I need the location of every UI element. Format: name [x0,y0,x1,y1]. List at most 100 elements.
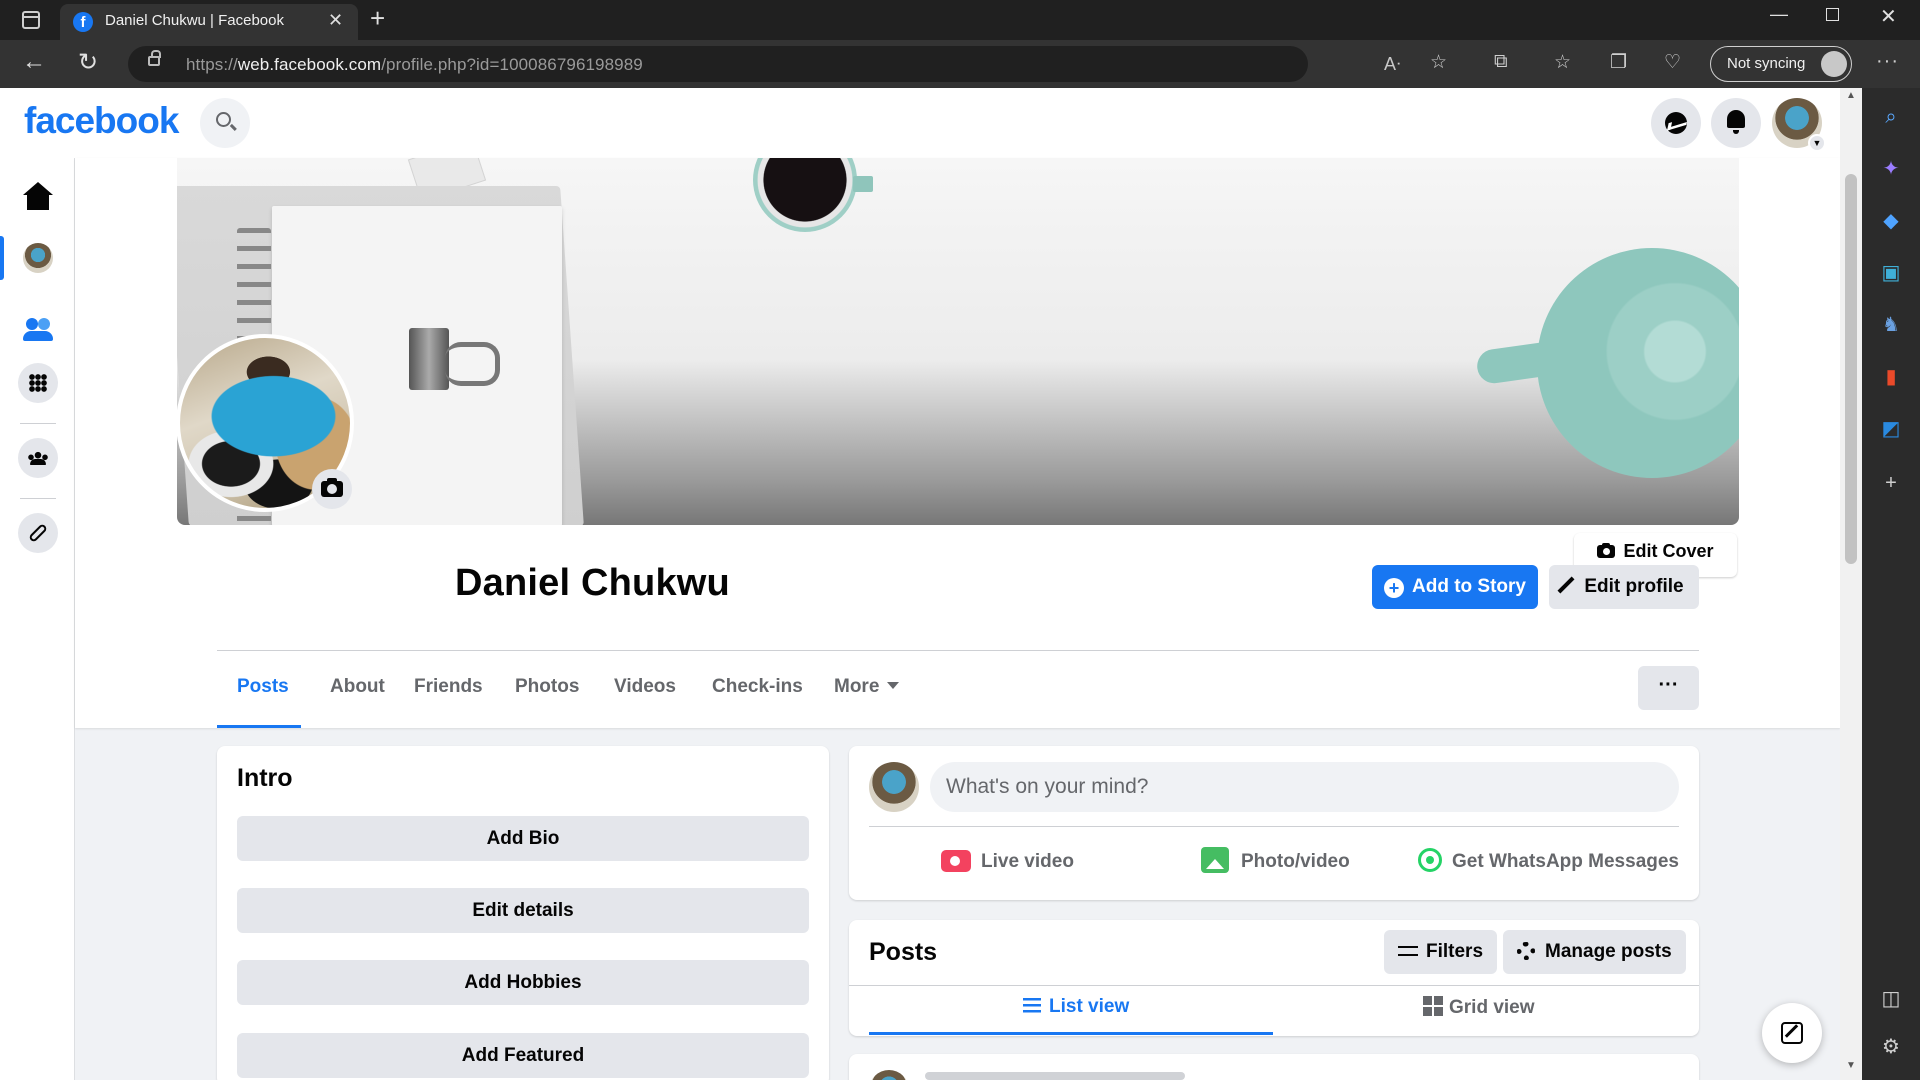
camera-icon [321,478,343,497]
page-scrollbar[interactable]: ▲ ▼ [1840,88,1862,1080]
sync-status-label: Not syncing [1727,55,1806,72]
camera-icon [1597,543,1616,558]
copilot-icon[interactable]: ✦ [1880,158,1902,180]
address-bar[interactable]: https://web.facebook.com/profile.php?id=… [128,46,1401,82]
cover-teapot [1537,248,1739,478]
add-bio-button[interactable]: Add Bio [237,816,809,861]
browser-profile-avatar-icon [1821,51,1847,77]
facebook-logo[interactable]: facebook [24,100,179,142]
gear-icon [1517,942,1535,960]
tools-icon[interactable]: ▣ [1880,262,1902,284]
window-close-icon[interactable]: ✕ [1880,4,1897,29]
notifications-button[interactable] [1711,98,1761,148]
menu-button[interactable] [18,363,58,403]
browser-essentials-icon[interactable]: ♡ [1664,51,1681,74]
post-header-placeholder [925,1072,1185,1080]
profile-shortcut-avatar[interactable] [23,243,53,273]
photo-video-button[interactable]: Photo/video [1201,842,1350,882]
settings-icon[interactable]: ⚙ [1880,1036,1902,1058]
scroll-down-arrow-icon[interactable]: ▼ [1846,1060,1856,1071]
office-icon[interactable]: ▮ [1880,366,1902,388]
filters-button[interactable]: Filters [1384,930,1498,974]
grid-menu-icon [29,374,47,392]
link-icon [28,523,48,543]
add-favorite-icon[interactable]: ☆ [1430,51,1447,74]
messenger-button[interactable] [1651,98,1701,148]
home-button[interactable] [18,180,58,220]
update-profile-picture-button[interactable] [312,469,352,509]
search-icon[interactable]: ⌕ [1880,106,1902,128]
favorites-icon[interactable]: ☆ [1554,51,1571,74]
tab-check-ins[interactable]: Check-ins [712,676,803,698]
collections-icon[interactable]: ❐ [1610,51,1627,74]
add-to-story-button[interactable]: + Add to Story [1372,565,1538,609]
tab-posts[interactable]: Posts [237,676,289,698]
posts-divider [849,985,1699,986]
edit-profile-button[interactable]: Edit profile [1549,565,1699,609]
scrollbar-thumb[interactable] [1845,174,1857,564]
back-arrow-icon[interactable]: ← [22,48,46,76]
split-screen-icon[interactable]: ◫ [1880,988,1902,1010]
new-tab-icon[interactable]: + [370,3,385,34]
add-hobbies-button[interactable]: Add Hobbies [237,960,809,1005]
add-icon[interactable]: + [1880,472,1902,494]
post-preview [849,1054,1699,1080]
window-restore-icon[interactable] [1826,8,1839,21]
tab-about[interactable]: About [330,676,385,698]
profile-name: Daniel Chukwu [455,562,730,604]
manage-posts-button[interactable]: Manage posts [1503,930,1686,974]
read-aloud-icon[interactable]: Aᐧ [1384,54,1401,75]
messenger-icon [1665,112,1687,134]
active-view-underline [869,1032,1273,1035]
cover-coffee-cup [753,158,873,232]
outlook-icon[interactable]: ◩ [1880,418,1902,440]
facebook-search-button[interactable] [200,98,250,148]
facebook-header: facebook ▼ [0,88,1840,158]
chevron-down-icon[interactable]: ▼ [1808,134,1826,152]
whatsapp-messages-button[interactable]: Get WhatsApp Messages [1418,842,1679,882]
games-icon[interactable]: ♞ [1880,314,1902,336]
browser-tab-active[interactable]: f Daniel Chukwu | Facebook ✕ [60,4,358,40]
edit-details-button[interactable]: Edit details [237,888,809,933]
tab-title: Daniel Chukwu | Facebook [105,12,284,29]
posts-title: Posts [869,938,938,966]
scroll-up-arrow-icon[interactable]: ▲ [1846,90,1856,101]
url-text[interactable]: https://web.facebook.com/profile.php?id=… [186,55,643,75]
reload-icon[interactable]: ↻ [78,48,98,77]
groups-button[interactable] [18,438,58,478]
live-video-button[interactable]: Live video [941,842,1074,882]
tab-actions-icon[interactable] [22,11,40,29]
avatar[interactable] [869,1070,909,1080]
extensions-icon[interactable]: ⧉ [1494,51,1508,73]
tab-more[interactable]: More [834,676,900,698]
profile-options-button[interactable]: ··· [1638,666,1699,710]
photo-icon [1201,847,1229,873]
profile-header: Edit Cover Photo Daniel Chukwu +Add to S… [75,158,1840,728]
whats-on-your-mind-input[interactable]: What's on your mind? [930,762,1679,812]
groups-icon [28,451,48,465]
avatar[interactable] [869,762,919,812]
tab-photos[interactable]: Photos [515,676,579,698]
intro-card: Intro Add Bio Edit details Add Hobbies A… [217,746,829,1080]
tab-close-icon[interactable]: ✕ [328,10,343,31]
cover-photo[interactable] [177,158,1739,525]
lock-icon[interactable] [148,50,161,66]
browser-menu-icon[interactable]: ··· [1876,50,1899,73]
new-message-button[interactable] [1762,1003,1822,1063]
window-minimize-icon[interactable]: — [1770,4,1788,25]
add-featured-button[interactable]: Add Featured [237,1033,809,1078]
link-history-button[interactable] [18,513,58,553]
profile-sync-button[interactable]: Not syncing [1710,46,1852,82]
active-indicator [0,236,4,280]
shopping-icon[interactable]: ◆ [1880,210,1902,232]
pencil-icon [1557,576,1575,594]
home-icon [23,182,53,210]
compose-icon [1781,1022,1803,1044]
grid-view-tab[interactable]: Grid view [1423,996,1535,1019]
tab-videos[interactable]: Videos [614,676,676,698]
list-view-tab[interactable]: List view [1023,996,1129,1018]
friends-button[interactable] [18,308,58,348]
live-video-icon [941,850,971,872]
tab-friends[interactable]: Friends [414,676,483,698]
whatsapp-icon [1418,848,1442,872]
